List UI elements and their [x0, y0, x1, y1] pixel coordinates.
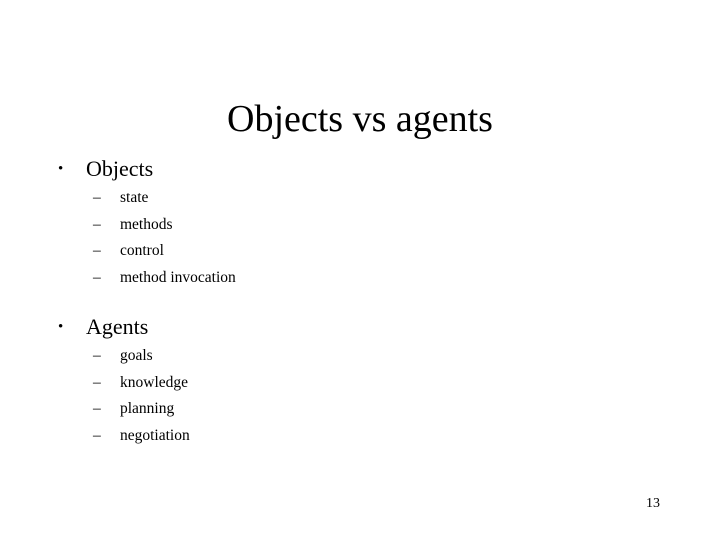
slide-body: • Objects – state – methods – control –	[0, 155, 720, 449]
page-number: 13	[646, 496, 660, 511]
dash-icon: –	[93, 268, 101, 286]
sub-bullet-item-label: knowledge	[120, 373, 189, 391]
bullet-dot-icon: •	[58, 161, 64, 177]
sub-bullet-item: – negotiation	[0, 423, 720, 450]
dash-icon: –	[93, 347, 101, 364]
sub-bullet-item: – method invocation	[0, 265, 720, 292]
sub-bullet-item: – planning	[0, 396, 720, 423]
dash-icon: –	[93, 215, 101, 233]
bullet-group-agents: • Agents – goals – knowledge – planning …	[0, 313, 720, 449]
sub-bullet-item: – goals	[0, 343, 720, 370]
bullet-item-label: Agents	[86, 314, 149, 339]
sub-bullet-item-label: control	[120, 242, 164, 259]
dash-icon: –	[93, 242, 101, 259]
bullet-item-label: Objects	[86, 156, 154, 181]
bullet-item-agents: • Agents	[0, 313, 720, 341]
sub-bullet-item: – state	[0, 185, 720, 212]
sub-bullet-list-agents: – goals – knowledge – planning – negotia…	[0, 343, 720, 449]
sub-bullet-list-objects: – state – methods – control – method inv…	[0, 185, 720, 291]
sub-bullet-item: – knowledge	[0, 370, 720, 397]
sub-bullet-item-label: method invocation	[120, 268, 236, 286]
dash-icon: –	[93, 373, 101, 391]
dash-icon: –	[93, 400, 101, 417]
bullet-group-objects: • Objects – state – methods – control –	[0, 155, 720, 291]
slide: Objects vs agents • Objects – state – me…	[0, 0, 720, 540]
page-title: Objects vs agents	[227, 98, 493, 141]
dash-icon: –	[93, 426, 101, 444]
sub-bullet-item-label: planning	[120, 400, 175, 417]
sub-bullet-item: – control	[0, 238, 720, 265]
sub-bullet-item-label: methods	[120, 215, 173, 233]
bullet-item-objects: • Objects	[0, 155, 720, 183]
sub-bullet-item-label: negotiation	[120, 426, 190, 444]
sub-bullet-item-label: state	[120, 189, 149, 206]
sub-bullet-item-label: goals	[120, 347, 153, 364]
bullet-dot-icon: •	[58, 319, 64, 335]
sub-bullet-item: – methods	[0, 212, 720, 239]
dash-icon: –	[93, 189, 101, 206]
